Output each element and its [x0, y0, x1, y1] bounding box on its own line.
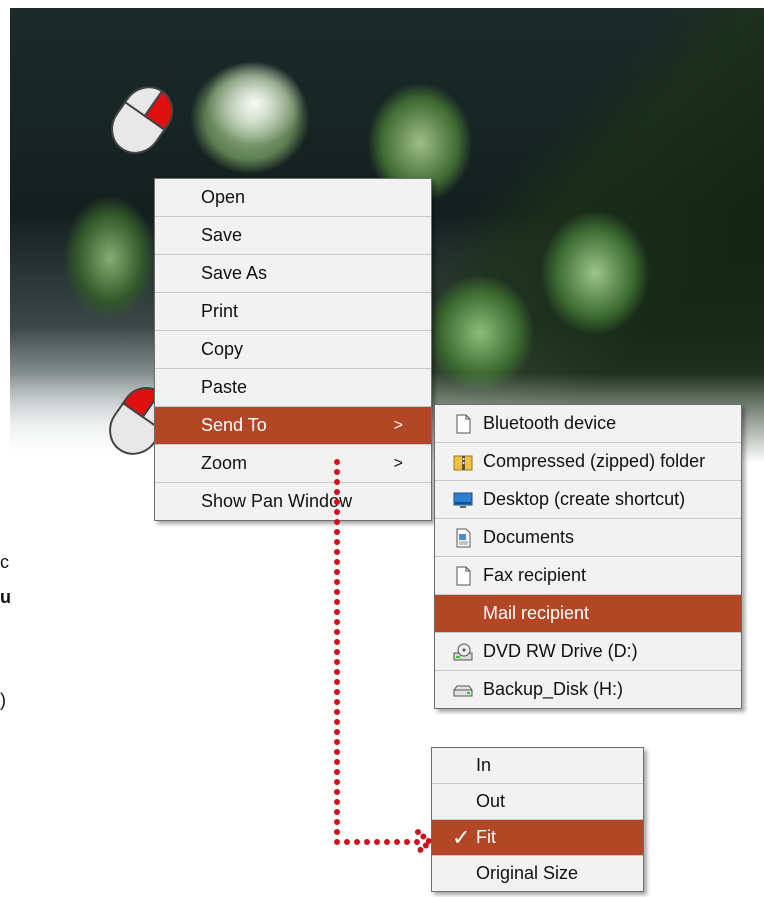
- dotted-arrow-connector: [334, 459, 433, 855]
